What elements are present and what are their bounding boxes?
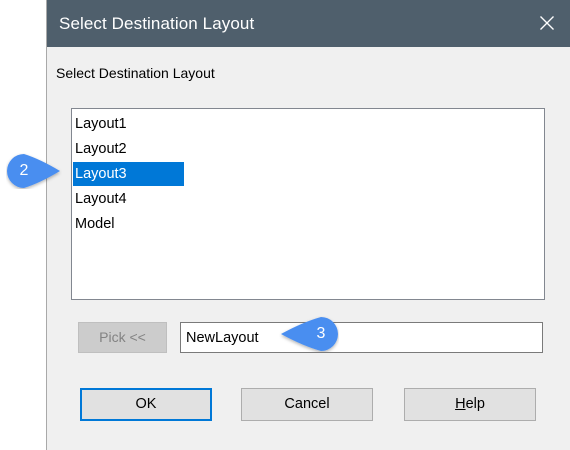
page: Select Destination Layout Select Destina…	[0, 0, 570, 450]
help-button[interactable]: Help	[404, 388, 536, 421]
pick-button[interactable]: Pick <<	[78, 322, 167, 353]
window-title: Select Destination Layout	[59, 14, 255, 33]
list-item-layout1[interactable]: Layout1	[73, 112, 129, 136]
list-item-layout2[interactable]: Layout2	[73, 137, 129, 161]
list-item-layout3[interactable]: Layout3	[73, 162, 184, 186]
callout-2: 2	[6, 153, 60, 189]
layout-listbox[interactable]: Layout1 Layout2 Layout3 Layout4 Model	[71, 108, 545, 300]
select-destination-layout-dialog: Select Destination Layout Select Destina…	[46, 0, 570, 450]
list-item-model[interactable]: Model	[73, 212, 117, 236]
callout-3: 3	[279, 316, 339, 352]
help-label-rest: elp	[465, 396, 485, 412]
list-item-layout4[interactable]: Layout4	[73, 187, 129, 211]
close-icon	[540, 16, 554, 30]
cancel-button[interactable]: Cancel	[241, 388, 373, 421]
help-mnemonic: H	[455, 396, 466, 412]
close-button[interactable]	[530, 6, 564, 40]
title-bar[interactable]: Select Destination Layout	[47, 0, 570, 47]
ok-button[interactable]: OK	[80, 388, 212, 421]
callout-2-number: 2	[19, 162, 29, 179]
layout-name-input[interactable]	[180, 322, 543, 353]
callout-3-number: 3	[316, 325, 326, 342]
dialog-caption: Select Destination Layout	[56, 65, 215, 81]
